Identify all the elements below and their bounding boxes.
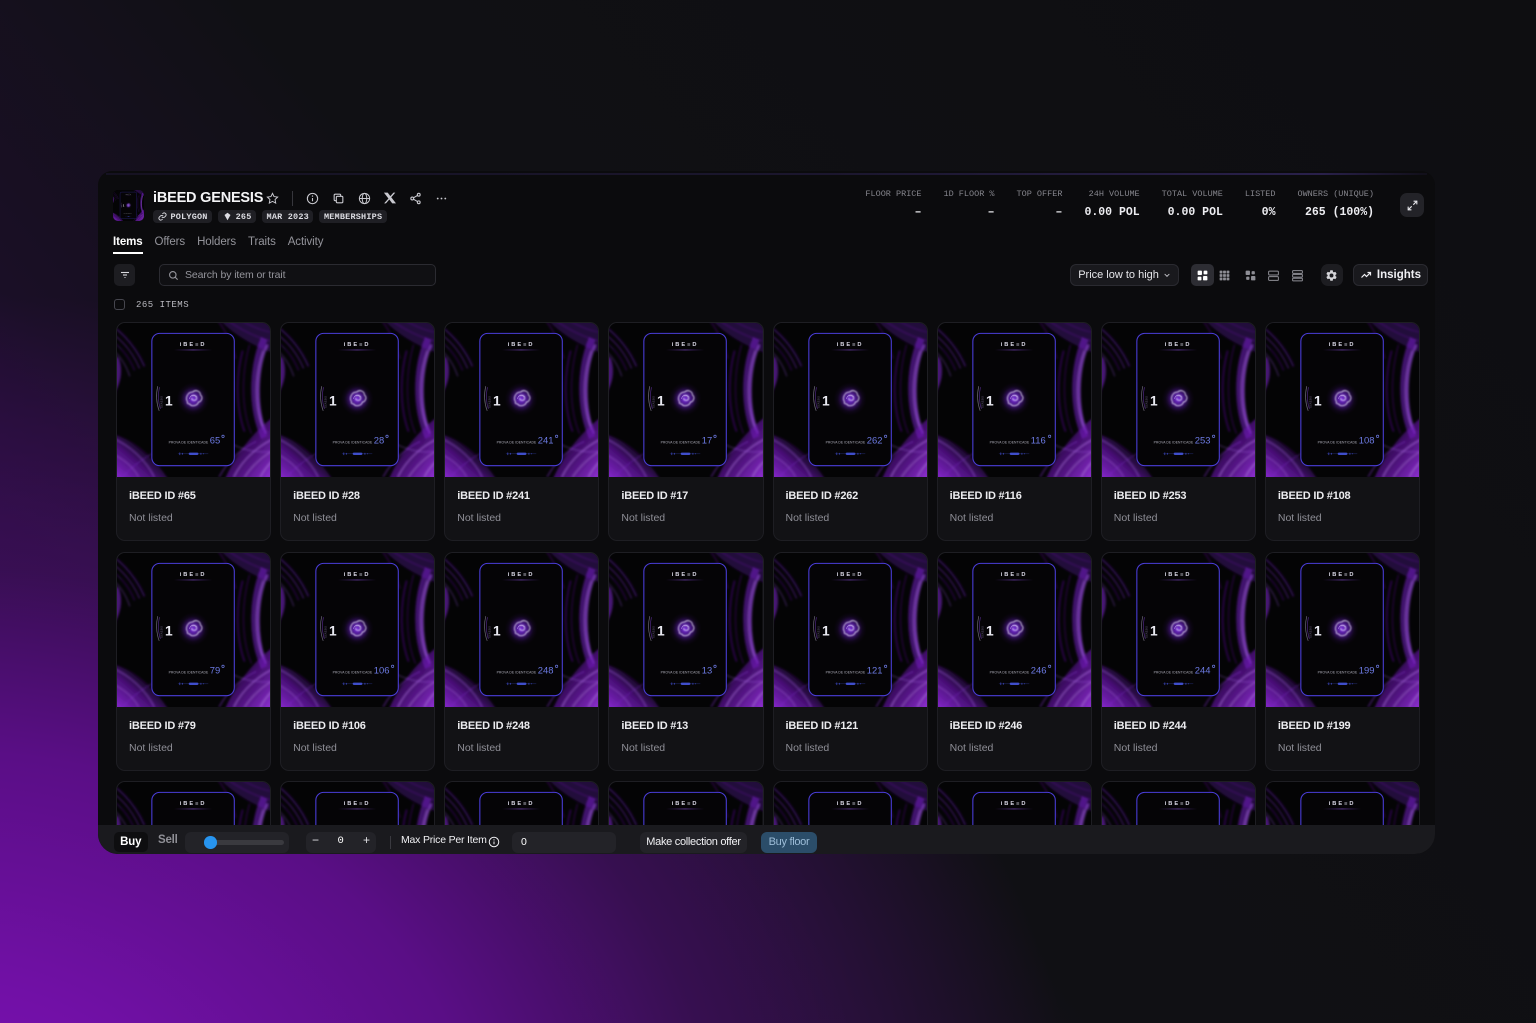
- svg-text:248: 248: [538, 665, 554, 676]
- svg-text:116: 116: [1030, 436, 1045, 447]
- svg-text:246: 246: [1030, 665, 1046, 676]
- svg-text:262: 262: [866, 436, 882, 447]
- svg-text:13: 13: [702, 665, 712, 676]
- svg-text:17: 17: [702, 436, 712, 447]
- svg-text:199: 199: [1359, 665, 1375, 676]
- svg-text:65: 65: [210, 436, 220, 447]
- svg-text:241: 241: [538, 436, 554, 447]
- svg-text:106: 106: [374, 665, 390, 676]
- svg-text:121: 121: [866, 665, 882, 676]
- svg-text:28: 28: [374, 436, 384, 447]
- svg-text:253: 253: [1195, 436, 1211, 447]
- svg-text:108: 108: [1359, 436, 1375, 447]
- svg-text:244: 244: [1195, 665, 1211, 676]
- svg-text:79: 79: [210, 665, 220, 676]
